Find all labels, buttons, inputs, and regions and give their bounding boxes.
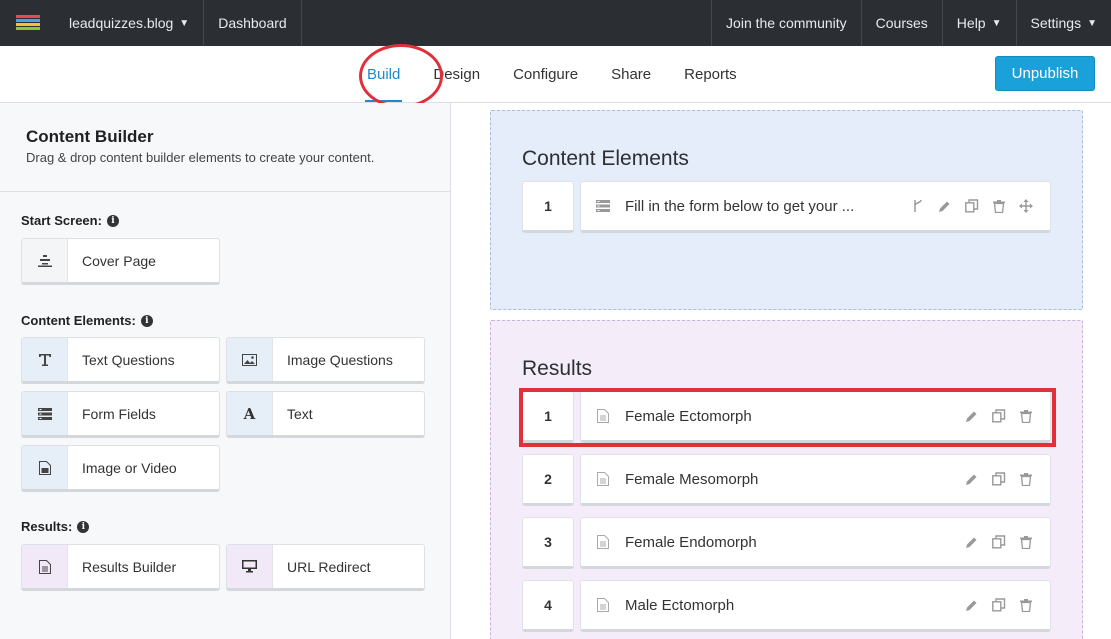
builder-header: Content Builder Drag & drop content buil… (0, 103, 450, 192)
edit-pencil-icon[interactable] (963, 473, 980, 486)
tab-configure[interactable]: Configure (513, 46, 578, 102)
monitor-icon (227, 545, 273, 588)
element-label: Image or Video (82, 459, 177, 476)
join-community-link[interactable]: Join the community (711, 0, 861, 46)
chevron-down-icon: ▼ (991, 17, 1002, 29)
result-row-text: Male Ectomorph (625, 596, 735, 614)
edit-pencil-icon[interactable] (936, 200, 953, 213)
settings-label: Settings (1030, 15, 1082, 31)
document-icon (581, 472, 625, 486)
info-icon[interactable]: i (140, 314, 153, 327)
image-icon (227, 338, 273, 381)
edit-pencil-icon[interactable] (963, 536, 980, 549)
edit-pencil-icon[interactable] (963, 599, 980, 612)
duplicate-icon[interactable] (990, 598, 1007, 612)
move-drag-icon[interactable] (1017, 199, 1034, 213)
unpublish-button[interactable]: Unpublish (995, 56, 1095, 91)
content-elements-label: Content Elements: (21, 313, 136, 328)
document-icon (581, 535, 625, 549)
trash-icon[interactable] (990, 199, 1007, 213)
result-row-text: Female Endomorph (625, 533, 757, 551)
document-icon (581, 598, 625, 612)
info-icon[interactable]: i (106, 214, 119, 227)
element-label: Image Questions (287, 351, 393, 368)
content-row[interactable]: Fill in the form below to get your ... (580, 181, 1051, 233)
builder-title: Content Builder (26, 127, 154, 146)
form-list-icon (22, 392, 68, 435)
tab-share[interactable]: Share (611, 46, 651, 102)
content-row-text: Fill in the form below to get your ... (625, 197, 855, 215)
results-heading: Results: i (21, 519, 90, 534)
element-label: Text Questions (82, 351, 175, 368)
content-builder-sidebar: Content Builder Drag & drop content buil… (0, 103, 451, 639)
annotation-highlight-box (519, 388, 1056, 447)
duplicate-icon[interactable] (990, 535, 1007, 549)
result-row[interactable]: Female Mesomorph (580, 454, 1051, 506)
help-menu[interactable]: Help ▼ (941, 0, 1016, 46)
result-row[interactable]: Male Ectomorph (580, 580, 1051, 632)
image-questions-element[interactable]: Image Questions (226, 337, 425, 384)
row-actions (963, 472, 1050, 486)
help-label: Help (956, 15, 986, 31)
chevron-down-icon: ▼ (1087, 17, 1097, 29)
courses-link[interactable]: Courses (860, 0, 942, 46)
result-row-text: Female Mesomorph (625, 470, 759, 488)
font-letter-icon: A (227, 392, 273, 435)
cover-page-element[interactable]: Cover Page (21, 238, 220, 285)
dashboard-link[interactable]: Dashboard (204, 0, 302, 46)
tab-reports[interactable]: Reports (684, 46, 737, 102)
row-actions (963, 535, 1050, 549)
settings-menu[interactable]: Settings ▼ (1015, 0, 1111, 46)
text-element[interactable]: A Text (226, 391, 425, 438)
content-elements-title: Content Elements (522, 147, 689, 170)
text-type-icon (22, 338, 68, 381)
courses-label: Courses (875, 15, 928, 31)
result-row[interactable]: Female Endomorph (580, 517, 1051, 569)
info-icon[interactable]: i (77, 520, 90, 533)
editor-tab-bar: Build Design Configure Share Reports (0, 46, 1111, 103)
image-or-video-element[interactable]: Image or Video (21, 445, 220, 492)
element-label: Results Builder (82, 558, 177, 575)
form-fields-element[interactable]: Form Fields (21, 391, 220, 438)
duplicate-icon[interactable] (990, 472, 1007, 486)
start-screen-heading: Start Screen: i (21, 213, 119, 228)
trash-icon[interactable] (1017, 472, 1034, 486)
results-builder-element[interactable]: Results Builder (21, 544, 220, 591)
document-icon (22, 545, 68, 588)
site-selector[interactable]: leadquizzes.blog ▼ (55, 0, 205, 46)
url-redirect-element[interactable]: URL Redirect (226, 544, 425, 591)
results-label: Results: (21, 519, 73, 534)
annotation-circle (359, 44, 443, 108)
row-actions (963, 598, 1050, 612)
start-screen-label: Start Screen: (21, 213, 102, 228)
align-center-icon (22, 239, 68, 282)
content-row-number: 1 (522, 181, 574, 233)
app-logo-icon[interactable] (0, 0, 55, 46)
result-row-number: 3 (522, 517, 574, 569)
duplicate-icon[interactable] (963, 199, 980, 213)
dashboard-label: Dashboard (218, 15, 287, 31)
results-title: Results (522, 357, 593, 380)
media-file-icon (22, 446, 68, 489)
result-row-number: 4 (522, 580, 574, 632)
element-label: Cover Page (82, 252, 156, 269)
branch-icon[interactable] (909, 199, 926, 213)
content-elements-heading: Content Elements: i (21, 313, 153, 328)
builder-subtitle: Drag & drop content builder elements to … (26, 150, 375, 165)
element-label: Form Fields (82, 405, 156, 422)
community-label: Join the community (726, 15, 847, 31)
trash-icon[interactable] (1017, 535, 1034, 549)
text-questions-element[interactable]: Text Questions (21, 337, 220, 384)
top-navigation-bar: leadquizzes.blog ▼ Dashboard Join the co… (0, 0, 1111, 46)
row-actions (909, 199, 1050, 213)
topbar-right-menu: Join the community Courses Help ▼ Setting… (711, 0, 1111, 46)
element-label: URL Redirect (287, 558, 371, 575)
chevron-down-icon: ▼ (179, 17, 190, 29)
site-name: leadquizzes.blog (69, 15, 174, 31)
form-list-icon (581, 200, 625, 212)
result-row-number: 2 (522, 454, 574, 506)
element-label: Text (287, 405, 313, 422)
trash-icon[interactable] (1017, 598, 1034, 612)
